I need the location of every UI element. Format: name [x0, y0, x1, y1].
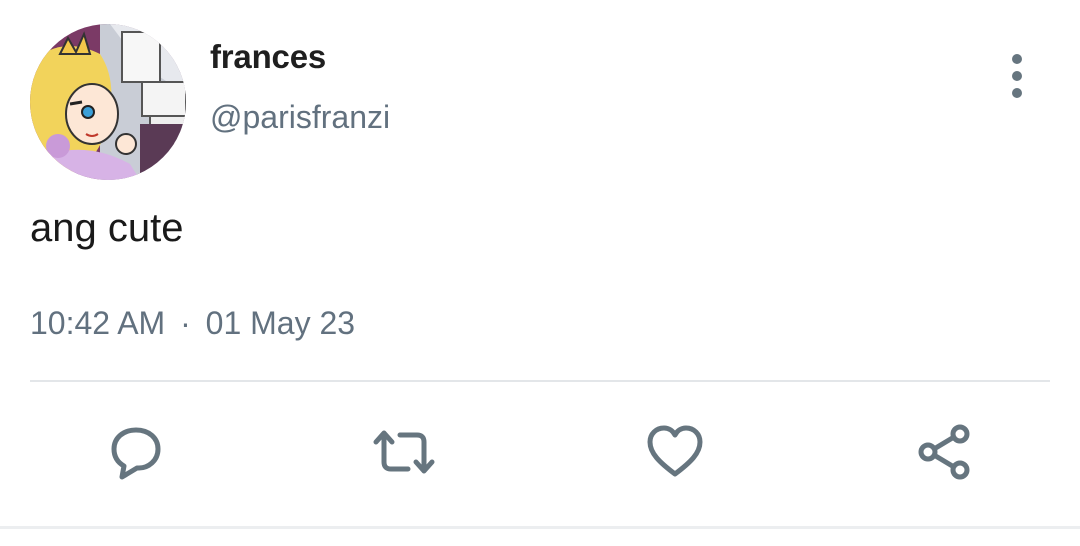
- more-dot: [1012, 88, 1022, 98]
- tweet-card: frances @parisfranzi ang cute 10:42 AM ·…: [0, 0, 1080, 546]
- more-dot: [1012, 71, 1022, 81]
- reply-button[interactable]: [104, 420, 168, 484]
- display-name[interactable]: frances: [210, 38, 326, 76]
- avatar[interactable]: [30, 24, 186, 180]
- more-dot: [1012, 54, 1022, 64]
- retweet-icon: [373, 430, 435, 474]
- tweet-time: 10:42 AM: [30, 305, 166, 341]
- timestamp-separator: ·: [180, 305, 191, 341]
- share-icon: [918, 424, 970, 480]
- user-handle[interactable]: @parisfranzi: [210, 99, 390, 136]
- tweet-timestamp[interactable]: 10:42 AM · 01 May 23: [30, 305, 355, 342]
- tweet-date: 01 May 23: [205, 305, 356, 341]
- share-button[interactable]: [912, 420, 976, 484]
- bottom-divider: [0, 526, 1080, 529]
- divider: [30, 380, 1050, 382]
- more-options-icon[interactable]: [1000, 54, 1034, 98]
- retweet-button[interactable]: [372, 420, 436, 484]
- avatar-image: [30, 24, 186, 180]
- tweet-text: ang cute: [30, 206, 184, 250]
- reply-icon: [111, 427, 161, 480]
- like-button[interactable]: [643, 420, 707, 484]
- heart-icon: [647, 425, 703, 477]
